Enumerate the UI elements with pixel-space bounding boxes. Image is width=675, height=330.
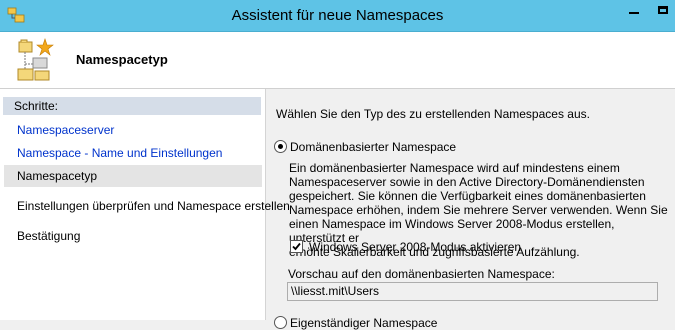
minimize-icon	[629, 12, 639, 14]
namespace-tree-icon	[17, 38, 54, 81]
standalone-namespace-radio[interactable]	[274, 316, 287, 329]
preview-label: Vorschau auf den domänenbasierten Namesp…	[288, 267, 555, 281]
page-title: Namespacetyp	[76, 52, 168, 67]
step-namespaceserver[interactable]: Namespaceserver	[4, 119, 262, 141]
step-namespacetyp: Namespacetyp	[4, 165, 262, 187]
description-line: Ein domänenbasierter Namespace wird auf …	[289, 161, 620, 175]
description-line: gespeichert. Sie können die Verfügbarkei…	[289, 189, 646, 203]
description-line: Namespaceserver sowie in den Active Dire…	[289, 175, 645, 189]
content-pane: Wählen Sie den Typ des zu erstellenden N…	[266, 89, 675, 330]
maximize-icon	[657, 6, 668, 14]
server2008-mode-checkbox[interactable]	[290, 240, 303, 253]
domain-namespace-label[interactable]: Domänenbasierter Namespace	[290, 140, 456, 154]
step-name-and-settings[interactable]: Namespace - Name und Einstellungen	[4, 142, 262, 164]
title-bar[interactable]: Assistent für neue Namespaces	[0, 0, 675, 32]
checkmark-icon	[292, 242, 301, 251]
server2008-mode-label[interactable]: Windows Server 2008-Modus aktivieren	[309, 240, 521, 254]
maximize-button[interactable]	[650, 0, 675, 20]
minimize-button[interactable]	[620, 0, 648, 20]
step-review-and-create: Einstellungen überprüfen und Namespace e…	[17, 199, 290, 213]
steps-heading: Schritte:	[3, 97, 261, 115]
steps-pane: Schritte: Namespaceserver Namespace - Na…	[0, 89, 290, 320]
description-line: Namespace erhöhen, indem Sie mehrere Ser…	[289, 203, 668, 217]
radio-selected-dot	[278, 144, 283, 149]
window-title: Assistent für neue Namespaces	[231, 7, 444, 24]
wizard-header: Namespacetyp	[0, 32, 675, 89]
standalone-namespace-label[interactable]: Eigenständiger Namespace	[290, 316, 437, 330]
step-confirmation: Bestätigung	[17, 229, 81, 243]
instruction-text: Wählen Sie den Typ des zu erstellenden N…	[276, 107, 590, 121]
domain-namespace-radio[interactable]	[274, 140, 287, 153]
namespace-preview-field: \\liesst.mit\Users	[287, 282, 658, 301]
